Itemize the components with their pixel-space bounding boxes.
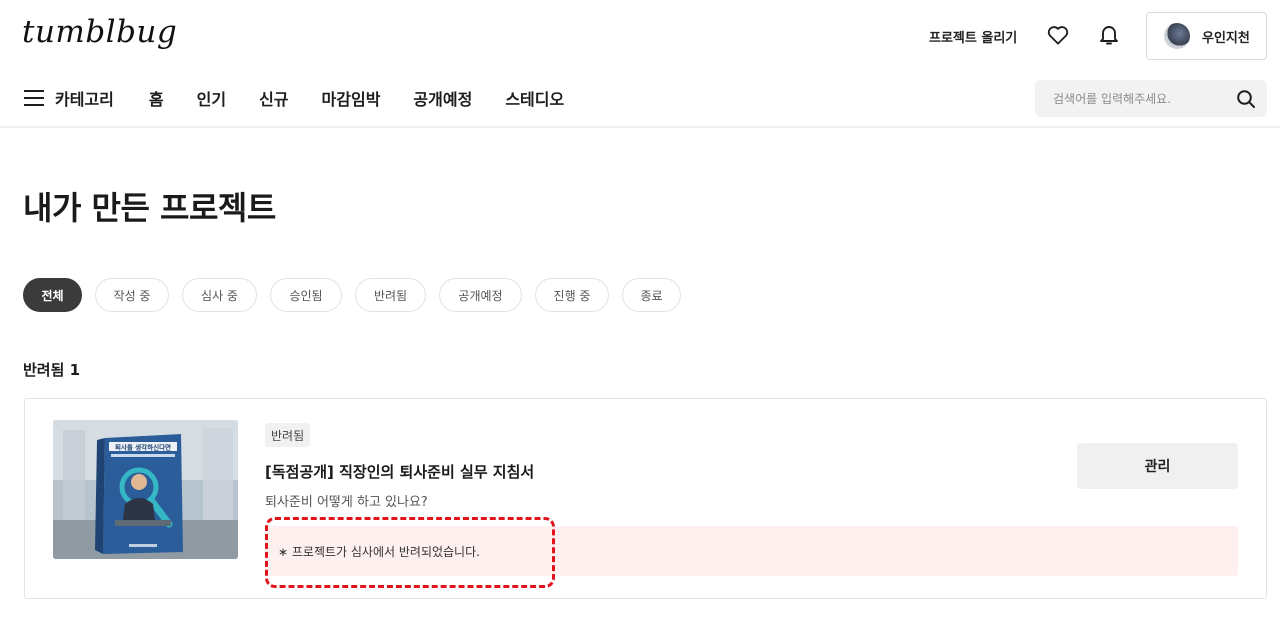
project-subtitle: 퇴사준비 어떻게 하고 있나요? bbox=[265, 495, 428, 510]
tumblbug-logo[interactable]: tumblbug bbox=[22, 14, 177, 50]
search-box bbox=[1035, 80, 1267, 117]
heart-icon[interactable] bbox=[1045, 22, 1071, 48]
filter-approved[interactable]: 승인됨 bbox=[270, 278, 342, 312]
filter-in-progress[interactable]: 진행 중 bbox=[535, 278, 609, 312]
search-icon[interactable] bbox=[1236, 89, 1256, 109]
page-title: 내가 만든 프로젝트 bbox=[23, 189, 276, 227]
section-heading: 반려됨 1 bbox=[23, 361, 81, 379]
thumbnail-book-title: 퇴사를 생각하신다면 bbox=[115, 443, 171, 452]
upload-project-link[interactable]: 프로젝트 올리기 bbox=[929, 27, 1017, 46]
hamburger-menu-icon[interactable] bbox=[24, 90, 44, 106]
filter-upcoming[interactable]: 공개예정 bbox=[439, 278, 522, 312]
profile-name: 우인지천 bbox=[1202, 30, 1250, 46]
nav-steady[interactable]: 스테디오 bbox=[505, 86, 564, 110]
filter-all[interactable]: 전체 bbox=[23, 278, 82, 312]
status-filter-tabs: 전체 작성 중 심사 중 승인됨 반려됨 공개예정 진행 중 종료 bbox=[23, 278, 694, 312]
project-title[interactable]: [독점공개] 직장인의 퇴사준비 실무 지침서 bbox=[265, 461, 534, 482]
avatar bbox=[1164, 23, 1190, 49]
project-card: 퇴사를 생각하신다면 반려됨 [독점공개] 직장인의 퇴사준비 실무 지침서 퇴… bbox=[24, 398, 1267, 599]
search-input[interactable] bbox=[1053, 91, 1236, 106]
rejection-message: ∗ 프로젝트가 심사에서 반려되었습니다. bbox=[278, 545, 480, 559]
status-badge: 반려됨 bbox=[265, 423, 311, 447]
nav-new[interactable]: 신규 bbox=[259, 86, 288, 110]
filter-reviewing[interactable]: 심사 중 bbox=[182, 278, 257, 312]
top-header: tumblbug 프로젝트 올리기 우인지천 카테고리 홈 인기 신규 마감임박… bbox=[0, 0, 1280, 128]
bell-icon[interactable] bbox=[1096, 22, 1122, 48]
filter-ended[interactable]: 종료 bbox=[622, 278, 681, 312]
rejection-notice: ∗ 프로젝트가 심사에서 반려되었습니다. bbox=[265, 526, 1238, 576]
nav-upcoming[interactable]: 공개예정 bbox=[413, 86, 472, 110]
filter-drafting[interactable]: 작성 중 bbox=[95, 278, 169, 312]
nav-popular[interactable]: 인기 bbox=[197, 86, 226, 110]
manage-button[interactable]: 관리 bbox=[1077, 443, 1238, 489]
filter-rejected[interactable]: 반려됨 bbox=[355, 278, 426, 312]
nav-category[interactable]: 카테고리 bbox=[55, 86, 114, 110]
project-thumbnail[interactable]: 퇴사를 생각하신다면 bbox=[53, 420, 238, 559]
nav-closing-soon[interactable]: 마감임박 bbox=[322, 86, 381, 110]
nav-home[interactable]: 홈 bbox=[149, 86, 164, 110]
main-nav: 카테고리 홈 인기 신규 마감임박 공개예정 스테디오 bbox=[24, 86, 597, 110]
profile-button[interactable]: 우인지천 bbox=[1146, 12, 1267, 60]
